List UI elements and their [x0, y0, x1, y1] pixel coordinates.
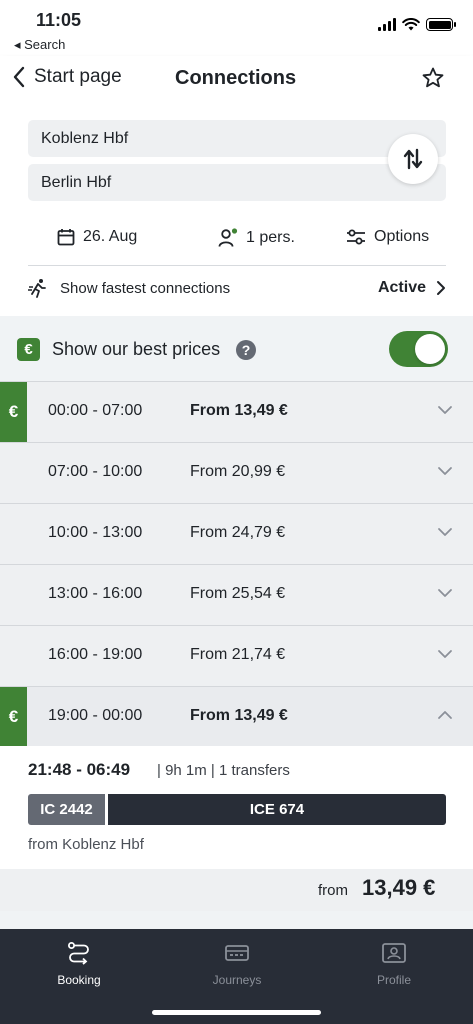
- chevron-down-icon: [438, 528, 452, 536]
- time-slot-price: From 21,74 €: [190, 646, 286, 663]
- wifi-icon: [402, 18, 420, 31]
- fastest-connections-label: Show fastest connections: [60, 279, 231, 297]
- time-slot-row[interactable]: 07:00 - 10:00 From 20,99 €: [0, 442, 473, 503]
- best-price-euro-flag: €: [0, 687, 27, 747]
- best-prices-row: € Show our best prices ?: [0, 316, 473, 381]
- search-header: Start page Connections Koblenz Hbf Berli…: [0, 56, 473, 316]
- tab-profile-label: Profile: [376, 973, 411, 987]
- home-indicator: [152, 1010, 321, 1015]
- chevron-down-icon: [438, 650, 452, 658]
- chevron-right-icon: [437, 281, 445, 295]
- fastest-connections-row[interactable]: Show fastest connections Active: [28, 278, 446, 298]
- divider: [28, 265, 446, 266]
- to-station-field[interactable]: Berlin Hbf: [28, 164, 446, 201]
- time-slot-range: 00:00 - 07:00: [48, 402, 143, 419]
- status-bar: 11:05 ◂ Search: [0, 0, 473, 56]
- system-icons: [378, 18, 456, 31]
- time-slot-price: From 25,54 €: [190, 585, 286, 602]
- price-amount: 13,49 €: [362, 875, 436, 900]
- time-slot-row[interactable]: 16:00 - 19:00 From 21,74 €: [0, 625, 473, 686]
- date-button[interactable]: 26. Aug: [57, 228, 137, 246]
- status-time: 11:05: [36, 10, 82, 30]
- time-slot-row[interactable]: 13:00 - 16:00 From 25,54 €: [0, 564, 473, 625]
- time-slot-row[interactable]: €00:00 - 07:00 From 13,49 €: [0, 381, 473, 442]
- battery-icon: [426, 18, 456, 31]
- time-slot-price: From 20,99 €: [190, 463, 286, 480]
- chevron-down-icon: [438, 467, 452, 475]
- chevron-down-icon: [438, 406, 452, 414]
- train-segment-ic: IC 2442: [28, 794, 105, 825]
- profile-card-icon: [382, 943, 406, 963]
- time-slot-list: €00:00 - 07:00 From 13,49 € 07:00 - 10:00 F…: [0, 381, 473, 747]
- time-slot-range: 07:00 - 10:00: [48, 463, 143, 480]
- train-segment-ice: ICE 674: [108, 794, 446, 825]
- price-prefix: from: [318, 882, 348, 899]
- from-station-field[interactable]: Koblenz Hbf: [28, 120, 446, 157]
- running-person-icon: [28, 279, 46, 298]
- passengers-label: 1 pers.: [246, 229, 295, 246]
- tab-journeys[interactable]: Journeys: [192, 939, 282, 987]
- time-slot-row[interactable]: €19:00 - 00:00 From 13,49 €: [0, 686, 473, 747]
- person-icon: [218, 228, 238, 247]
- passengers-button[interactable]: 1 pers.: [218, 228, 295, 248]
- chevron-down-icon: [438, 589, 452, 597]
- options-button[interactable]: Options: [346, 228, 429, 246]
- tab-bar: Booking Journeys Profile: [0, 929, 473, 1024]
- search-options-row: 26. Aug 1 pers. Options: [0, 228, 473, 254]
- best-prices-label: Show our best prices: [52, 339, 221, 359]
- time-slot-price: From 13,49 €: [190, 707, 288, 724]
- time-slot-price: From 24,79 €: [190, 524, 286, 541]
- back-to-app-link[interactable]: ◂ Search: [14, 37, 65, 53]
- date-label: 26. Aug: [83, 228, 138, 245]
- departure-station: from Koblenz Hbf: [28, 836, 144, 853]
- toggle-knob: [415, 334, 445, 364]
- time-slot-row[interactable]: 10:00 - 13:00 From 24,79 €: [0, 503, 473, 564]
- connection-price-bar[interactable]: from 13,49 €: [0, 869, 473, 911]
- best-prices-toggle[interactable]: [389, 331, 448, 367]
- chevron-left-icon: [13, 66, 25, 88]
- calendar-icon: [57, 229, 75, 246]
- page-title: Connections: [175, 67, 297, 89]
- tab-profile[interactable]: Profile: [349, 939, 439, 987]
- back-button[interactable]: Start page: [12, 66, 122, 88]
- tab-booking[interactable]: Booking: [34, 939, 124, 987]
- fastest-status: Active: [377, 279, 426, 296]
- time-slot-range: 19:00 - 00:00: [48, 707, 143, 724]
- sliders-icon: [347, 229, 365, 245]
- connection-card[interactable]: 21:48 - 06:49 | 9h 1m | 1 transfers IC 2…: [0, 746, 473, 869]
- ticket-icon: [225, 945, 249, 961]
- route-icon: [68, 942, 89, 965]
- help-icon[interactable]: ?: [236, 340, 256, 360]
- swap-arrows-icon: [403, 148, 423, 170]
- favorite-star-icon[interactable]: [421, 66, 445, 90]
- tab-journeys-label: Journeys: [212, 973, 262, 987]
- time-slot-range: 10:00 - 13:00: [48, 524, 143, 541]
- swap-stations-button[interactable]: [388, 134, 438, 184]
- back-label: Start page: [34, 66, 122, 87]
- train-segments: IC 2442 ICE 674: [28, 794, 446, 825]
- time-slot-range: 13:00 - 16:00: [48, 585, 143, 602]
- options-label: Options: [374, 228, 430, 245]
- euro-icon: €: [17, 338, 40, 361]
- cellular-signal-icon: [378, 18, 396, 31]
- connection-meta: | 9h 1m | 1 transfers: [157, 762, 290, 779]
- time-slot-price: From 13,49 €: [190, 402, 288, 419]
- time-slot-range: 16:00 - 19:00: [48, 646, 143, 663]
- connection-times: 21:48 - 06:49: [28, 760, 131, 779]
- tab-booking-label: Booking: [57, 973, 101, 987]
- best-price-euro-flag: €: [0, 382, 27, 442]
- chevron-up-icon: [438, 711, 452, 719]
